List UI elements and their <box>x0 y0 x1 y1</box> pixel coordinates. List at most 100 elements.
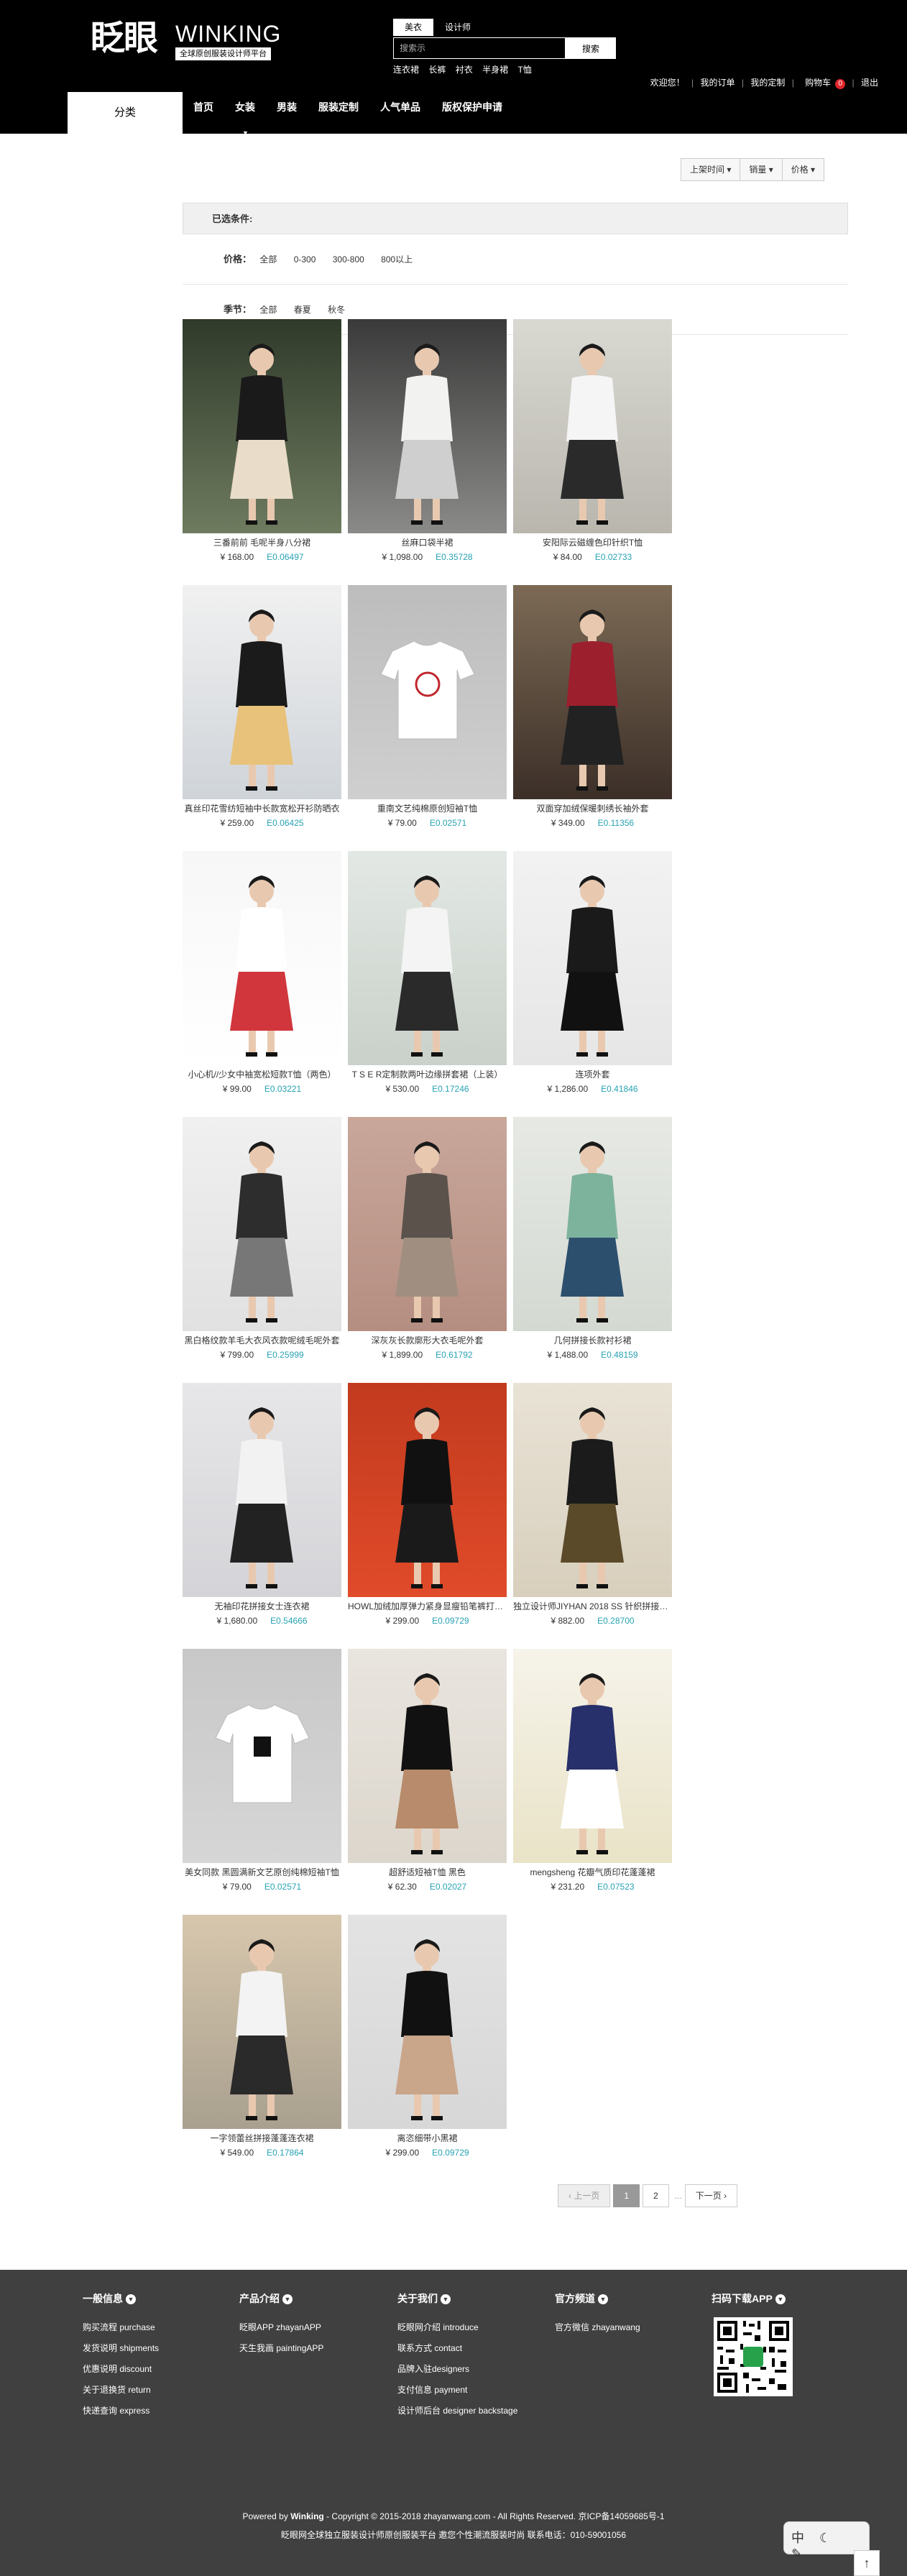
nav-item-custom[interactable]: 服装定制 <box>308 92 369 134</box>
product-card[interactable]: 一字领蕾丝拼接蓬蓬连衣裙 ¥ 549.00 E0.17864 <box>183 1915 341 2181</box>
product-card[interactable]: 小心机//少女中袖宽松短款T恤（两色） ¥ 99.00 E0.03221 <box>183 851 341 1117</box>
product-photo[interactable] <box>348 1915 507 2129</box>
product-name[interactable]: 重南文艺纯棉原创短袖T恤 <box>348 802 507 815</box>
hot-word[interactable]: 衬衣 <box>456 65 473 75</box>
product-name[interactable]: 黑白格纹款羊毛大衣风衣款呢绒毛呢外套 <box>183 1334 341 1347</box>
product-name[interactable]: 独立设计师JIYHAN 2018 SS 针织拼接连衣裙 <box>513 1600 672 1613</box>
product-photo[interactable] <box>348 1383 507 1597</box>
product-card[interactable]: 离恣细带小黑裙 ¥ 299.00 E0.09729 <box>348 1915 507 2181</box>
product-card[interactable]: 独立设计师JIYHAN 2018 SS 针织拼接连衣裙 ¥ 882.00 E0.28… <box>513 1383 672 1649</box>
product-photo[interactable] <box>513 585 672 799</box>
search-button[interactable]: 搜索 <box>566 37 616 59</box>
product-photo[interactable] <box>183 1915 341 2129</box>
nav-item-women[interactable]: 女装 ▼ <box>224 92 266 137</box>
product-photo[interactable] <box>183 851 341 1065</box>
price-option[interactable]: 800以上 <box>381 254 413 264</box>
season-option[interactable]: 全部 <box>259 305 277 315</box>
footer-link[interactable]: 设计师后台 designer backstage <box>397 2401 517 2421</box>
footer-link[interactable]: 发货说明 shipments <box>83 2338 159 2359</box>
search-tab-clothes[interactable]: 美衣 <box>393 19 434 36</box>
footer-link[interactable]: 购买流程 purchase <box>83 2317 159 2338</box>
product-photo[interactable] <box>348 851 507 1065</box>
footer-link[interactable]: 眨眼APP zhayanAPP <box>239 2317 323 2338</box>
hot-word[interactable]: 长裤 <box>428 65 446 75</box>
page-button-1[interactable]: 1 <box>613 2184 640 2207</box>
price-option[interactable]: 300-800 <box>333 254 364 264</box>
hot-word[interactable]: 半身裙 <box>482 65 508 75</box>
product-card[interactable]: 超舒适短袖T恤 黑色 ¥ 62.30 E0.02027 <box>348 1649 507 1915</box>
product-card[interactable]: 连项外套 ¥ 1,286.00 E0.41846 <box>513 851 672 1117</box>
category-tab[interactable]: 分类 <box>68 92 183 134</box>
logout-link[interactable]: 退出 <box>861 78 878 88</box>
season-option[interactable]: 秋冬 <box>328 305 345 315</box>
hot-word[interactable]: 连衣裙 <box>393 65 419 75</box>
product-card[interactable]: 安阳际云磁缠色印针织T恤 ¥ 84.00 E0.02733 <box>513 319 672 585</box>
product-photo[interactable] <box>183 1117 341 1331</box>
product-name[interactable]: 一字领蕾丝拼接蓬蓬连衣裙 <box>183 2132 341 2145</box>
product-photo[interactable] <box>183 585 341 799</box>
search-tab-designer[interactable]: 设计师 <box>433 19 482 36</box>
product-photo[interactable] <box>183 1649 341 1863</box>
sort-by-price-button[interactable]: 价格 ▾ <box>781 158 825 181</box>
product-card[interactable]: 黑白格纹款羊毛大衣风衣款呢绒毛呢外套 ¥ 799.00 E0.25999 <box>183 1117 341 1383</box>
site-logo[interactable]: 眨眼 WINKING 全球原创服装设计师平台 <box>91 16 280 60</box>
footer-link[interactable]: 关于退换货 return <box>83 2380 159 2401</box>
sort-by-time-button[interactable]: 上架时间 ▾ <box>681 158 741 181</box>
product-name[interactable]: 双面穿加绒保暖刺绣长袖外套 <box>513 802 672 815</box>
product-name[interactable]: 丝麻口袋半裙 <box>348 536 507 549</box>
prev-page-button[interactable]: ‹ 上一页 <box>558 2184 611 2207</box>
product-photo[interactable] <box>348 1117 507 1331</box>
product-name[interactable]: 超舒适短袖T恤 黑色 <box>348 1866 507 1879</box>
footer-link[interactable]: 品牌入驻designers <box>397 2359 517 2380</box>
product-card[interactable]: HOWL加绒加厚弹力紧身显瘦铅笔裤打底裤 ¥ 299.00 E0.09729 <box>348 1383 507 1649</box>
product-photo[interactable] <box>348 585 507 799</box>
nav-item-copyright[interactable]: 版权保护申请 <box>431 92 513 134</box>
product-name[interactable]: 连项外套 <box>513 1068 672 1081</box>
product-card[interactable]: 深灰灰长款廓形大衣毛呢外套 ¥ 1,899.00 E0.61792 <box>348 1117 507 1383</box>
product-card[interactable]: 真丝印花雪纺短袖中长款宽松开衫防晒衣 ¥ 259.00 E0.06425 <box>183 585 341 851</box>
nav-item-popular[interactable]: 人气单品 <box>369 92 431 134</box>
product-name[interactable]: 离恣细带小黑裙 <box>348 2132 507 2145</box>
product-card[interactable]: 三番前前 毛呢半身八分裙 ¥ 168.00 E0.06497 <box>183 319 341 585</box>
product-name[interactable]: HOWL加绒加厚弹力紧身显瘦铅笔裤打底裤 <box>348 1600 507 1613</box>
footer-link[interactable]: 快递查询 express <box>83 2401 159 2421</box>
product-name[interactable]: mengsheng 花瓣气质印花蓬蓬裙 <box>513 1866 672 1879</box>
next-page-button[interactable]: 下一页 › <box>684 2184 738 2207</box>
product-card[interactable]: 丝麻口袋半裙 ¥ 1,098.00 E0.35728 <box>348 319 507 585</box>
product-photo[interactable] <box>513 851 672 1065</box>
product-photo[interactable] <box>348 1649 507 1863</box>
product-card[interactable]: 几何拼接长款衬衫裙 ¥ 1,488.00 E0.48159 <box>513 1117 672 1383</box>
product-card[interactable]: 美女同款 黑圆满新文艺原创纯棉短袖T恤 ¥ 79.00 E0.02571 <box>183 1649 341 1915</box>
product-photo[interactable] <box>183 319 341 533</box>
product-photo[interactable] <box>183 1383 341 1597</box>
footer-link[interactable]: 支付信息 payment <box>397 2380 517 2401</box>
product-name[interactable]: 真丝印花雪纺短袖中长款宽松开衫防晒衣 <box>183 802 341 815</box>
hot-word[interactable]: T恤 <box>517 65 531 75</box>
product-name[interactable]: 几何拼接长款衬衫裙 <box>513 1334 672 1347</box>
my-custom-link[interactable]: 我的定制 <box>750 78 785 88</box>
product-card[interactable]: 重南文艺纯棉原创短袖T恤 ¥ 79.00 E0.02571 <box>348 585 507 851</box>
footer-link[interactable]: 眨眼网介绍 introduce <box>397 2317 517 2338</box>
season-option[interactable]: 春夏 <box>294 305 311 315</box>
footer-link[interactable]: 官方微信 zhayanwang <box>555 2317 640 2338</box>
footer-link[interactable]: 天生我画 paintingAPP <box>239 2338 323 2359</box>
page-button-2[interactable]: 2 <box>643 2184 669 2207</box>
footer-link[interactable]: 联系方式 contact <box>397 2338 517 2359</box>
product-photo[interactable] <box>513 1117 672 1331</box>
price-option[interactable]: 全部 <box>259 254 277 264</box>
product-card[interactable]: T S E R定制款两叶边缘拼套裙（上装） ¥ 530.00 E0.17246 <box>348 851 507 1117</box>
product-name[interactable]: 无袖印花拼接女士连衣裙 <box>183 1600 341 1613</box>
product-name[interactable]: 安阳际云磁缠色印针织T恤 <box>513 536 672 549</box>
footer-link[interactable]: 优惠说明 discount <box>83 2359 159 2380</box>
product-photo[interactable] <box>348 319 507 533</box>
product-name[interactable]: 深灰灰长款廓形大衣毛呢外套 <box>348 1334 507 1347</box>
product-name[interactable]: T S E R定制款两叶边缘拼套裙（上装） <box>348 1068 507 1081</box>
product-name[interactable]: 小心机//少女中袖宽松短款T恤（两色） <box>183 1068 341 1081</box>
product-card[interactable]: mengsheng 花瓣气质印花蓬蓬裙 ¥ 231.20 E0.07523 <box>513 1649 672 1915</box>
cart-link[interactable]: 购物车 0 <box>801 78 846 89</box>
nav-item-men[interactable]: 男装 <box>266 92 308 134</box>
search-input[interactable] <box>393 37 566 59</box>
my-orders-link[interactable]: 我的订单 <box>701 78 735 88</box>
product-photo[interactable] <box>513 1649 672 1863</box>
product-photo[interactable] <box>513 319 672 533</box>
